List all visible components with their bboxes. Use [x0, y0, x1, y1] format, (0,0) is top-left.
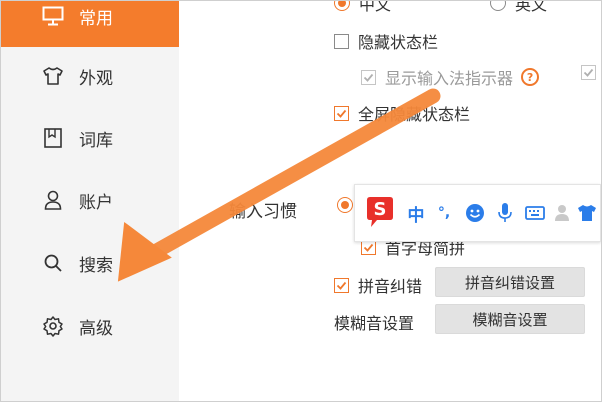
lang-en-label: 英文	[515, 0, 548, 14]
checkbox[interactable]	[361, 69, 376, 85]
settings-content: 中文 英文 隐藏状态栏 显示输入法指示器 ? 全屏隐藏状态栏 输入习惯 首字母简…	[179, 1, 601, 401]
skin-icon[interactable]	[575, 199, 599, 227]
book-icon	[41, 126, 65, 150]
radio-button[interactable]	[337, 197, 353, 213]
hide-statusbar-label: 隐藏状态栏	[358, 33, 439, 52]
gear-icon	[41, 314, 65, 338]
hide-statusbar-option[interactable]: 隐藏状态栏	[334, 29, 438, 53]
checkbox[interactable]	[581, 65, 596, 80]
sidebar-item-label: 外观	[79, 68, 113, 89]
radio-button[interactable]	[334, 1, 350, 11]
sidebar-item-label: 词库	[79, 130, 113, 151]
fuzzy-settings-row: 模糊音设置	[334, 310, 414, 334]
sidebar-item-advanced[interactable]: 高级	[1, 295, 179, 357]
sidebar-item-search[interactable]: 搜索	[1, 232, 179, 294]
keyboard-icon[interactable]	[523, 199, 547, 227]
pinyin-correct-option[interactable]: 拼音纠错	[334, 273, 422, 297]
fuzzy-settings-label: 模糊音设置	[334, 314, 415, 333]
help-icon[interactable]: ?	[521, 68, 540, 86]
user-icon[interactable]	[551, 199, 573, 227]
extra-option-cut[interactable]	[581, 65, 601, 80]
search-icon	[41, 251, 65, 275]
tshirt-icon	[41, 64, 65, 88]
punctuation-toggle[interactable]: °,	[433, 199, 455, 227]
lang-en-option[interactable]: 英文	[490, 0, 548, 15]
checkbox[interactable]	[334, 277, 349, 293]
checkbox[interactable]	[334, 33, 349, 49]
sidebar-item-label: 常用	[79, 8, 113, 29]
sidebar-item-label: 账户	[79, 192, 113, 213]
sidebar-item-label: 搜索	[79, 255, 113, 276]
sogou-ime-toolbar: S 中 °,	[354, 184, 601, 242]
monitor-icon	[41, 4, 65, 28]
checkbox[interactable]	[334, 105, 349, 121]
fullscreen-hide-statusbar-label: 全屏隐藏状态栏	[358, 105, 471, 124]
show-ime-indicator-label: 显示输入法指示器	[385, 69, 514, 88]
sidebar-item-lexicon[interactable]: 词库	[1, 107, 179, 169]
radio-button[interactable]	[490, 1, 506, 11]
fullscreen-hide-statusbar-option[interactable]: 全屏隐藏状态栏	[334, 101, 470, 125]
sidebar-item-label: 高级	[79, 318, 113, 339]
pinyin-correct-settings-button[interactable]: 拼音纠错设置	[435, 267, 585, 297]
pinyin-correct-label: 拼音纠错	[358, 277, 423, 296]
svg-text:S: S	[374, 199, 387, 220]
input-habit-label: 输入习惯	[229, 202, 297, 222]
chinese-mode-toggle[interactable]: 中	[405, 199, 427, 227]
settings-window: 常用 外观 词库 账户 搜索 高级 中文 英文 隐藏状态栏 显示输入法指示器 ?…	[0, 0, 602, 402]
sidebar-item-common[interactable]: 常用	[1, 1, 179, 47]
fuzzy-settings-button[interactable]: 模糊音设置	[435, 304, 585, 334]
lang-cn-option[interactable]: 中文	[334, 0, 392, 15]
lang-cn-label: 中文	[359, 0, 392, 14]
emoji-icon[interactable]	[463, 199, 487, 227]
user-icon	[41, 188, 65, 212]
sogou-logo[interactable]: S	[363, 195, 397, 229]
microphone-icon[interactable]	[493, 199, 517, 227]
sidebar-item-account[interactable]: 账户	[1, 169, 179, 231]
sidebar: 常用 外观 词库 账户 搜索 高级	[1, 1, 179, 401]
show-ime-indicator-option[interactable]: 显示输入法指示器 ?	[361, 65, 540, 89]
sidebar-item-appearance[interactable]: 外观	[1, 45, 179, 107]
